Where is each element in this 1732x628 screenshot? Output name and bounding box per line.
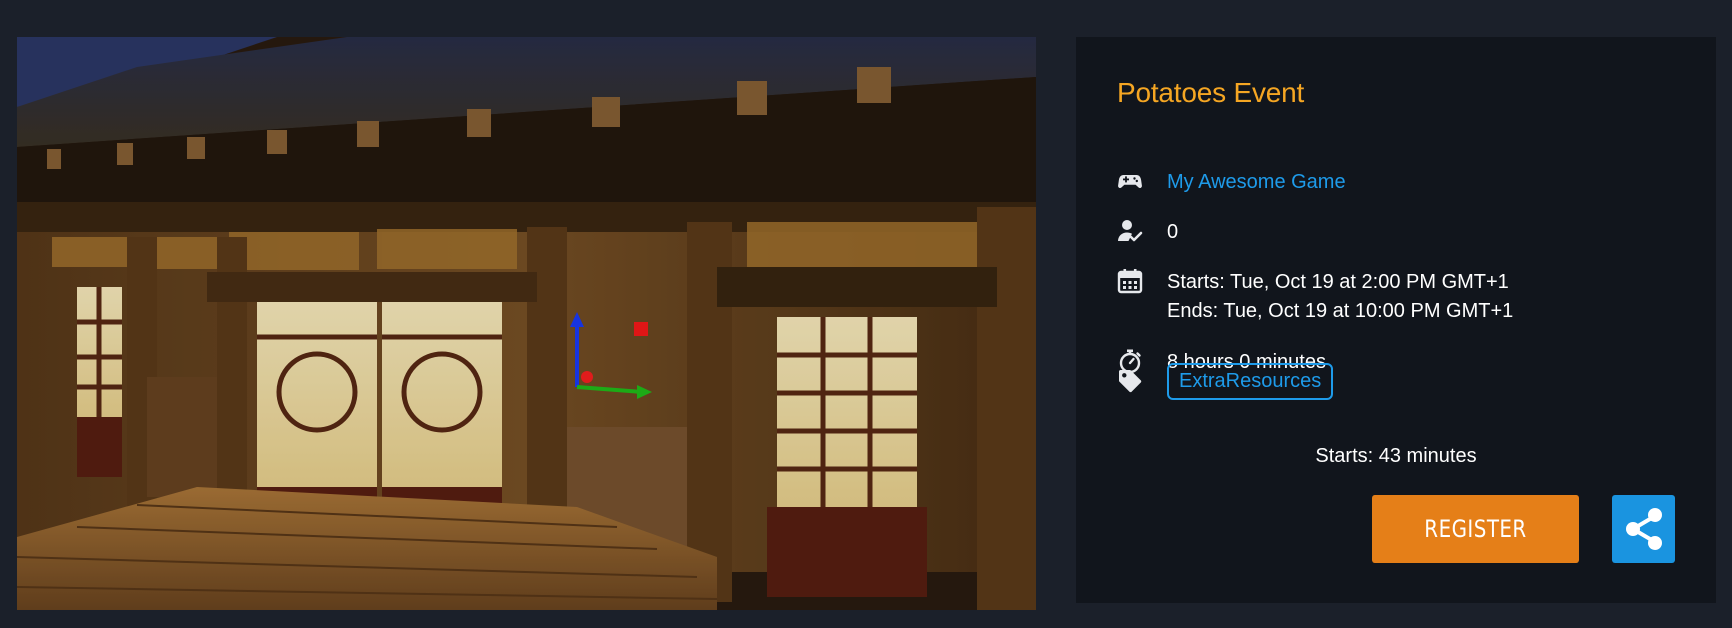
game-row: My Awesome Game: [1117, 168, 1346, 197]
calendar-icon: [1117, 268, 1143, 294]
registered-row: 0: [1117, 218, 1178, 247]
start-countdown: Starts: 43 minutes: [1315, 445, 1477, 467]
event-screenshot: [17, 37, 1036, 610]
register-button[interactable]: REGISTER: [1372, 495, 1579, 563]
tag-chip-extraresources[interactable]: ExtraResources: [1167, 363, 1334, 400]
tag-icon: [1117, 368, 1143, 394]
event-page: Potatoes Event My Awesome Game 0 Starts:…: [0, 0, 1732, 628]
share-button[interactable]: [1612, 495, 1675, 563]
dates-row: Starts: Tue, Oct 19 at 2:00 PM GMT+1 End…: [1117, 268, 1513, 326]
share-icon: [1625, 508, 1662, 550]
start-datetime: Starts: Tue, Oct 19 at 2:00 PM GMT+1: [1167, 271, 1509, 293]
event-title: Potatoes Event: [1117, 77, 1305, 108]
game-link[interactable]: My Awesome Game: [1167, 168, 1346, 197]
gamepad-icon: [1117, 168, 1143, 194]
event-dates: Starts: Tue, Oct 19 at 2:00 PM GMT+1 End…: [1167, 268, 1513, 326]
game-scene-image: [17, 37, 1036, 610]
end-datetime: Ends: Tue, Oct 19 at 10:00 PM GMT+1: [1167, 300, 1514, 322]
event-details-card: Potatoes Event My Awesome Game 0 Starts:…: [1076, 37, 1716, 603]
registered-count: 0: [1167, 221, 1179, 243]
tags-row: ExtraResources: [1117, 363, 1334, 400]
user-check-icon: [1117, 218, 1143, 244]
